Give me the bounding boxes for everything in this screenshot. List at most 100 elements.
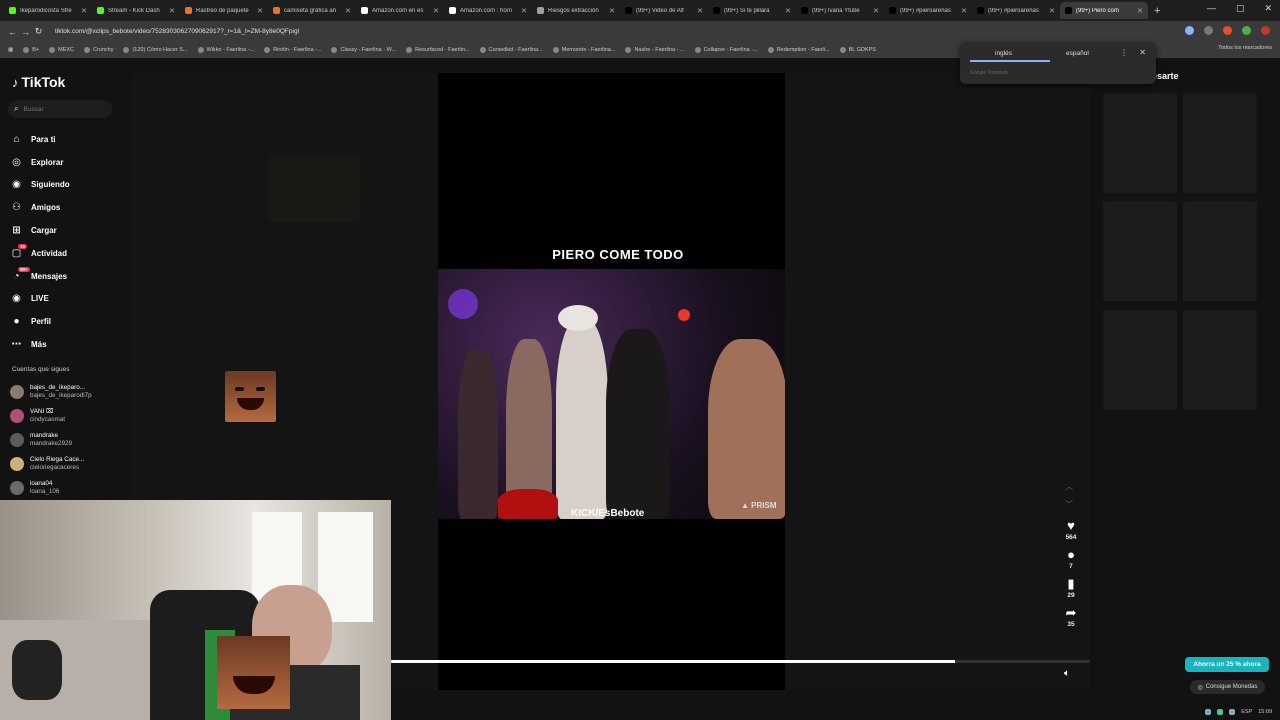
tray-icon[interactable] (1205, 709, 1212, 715)
thumbnail[interactable] (1183, 310, 1257, 410)
sidebar-item-actividad[interactable]: ▢ 16 Actividad (10, 242, 125, 265)
bookmark-item[interactable]: Collapse - Faerlina -... (694, 47, 758, 53)
sidebar-item-siguiendo[interactable]: ◉ Siguiendo (10, 174, 125, 197)
tab-close-icon[interactable]: ✕ (1049, 7, 1055, 15)
tab-close-icon[interactable]: ✕ (345, 7, 351, 15)
star-icon[interactable] (1204, 26, 1213, 35)
bookmark-item[interactable]: BL GDKPS (839, 47, 876, 53)
thumbnail[interactable] (1183, 93, 1257, 193)
following-item[interactable]: VANI ⌧ cindycasmat (10, 404, 125, 428)
tab-close-icon[interactable]: ✕ (81, 7, 87, 15)
thumbnail[interactable] (1103, 201, 1177, 301)
forward-icon[interactable]: → (19, 27, 32, 37)
bookmark-item[interactable]: Classy - Faerlina - W... (331, 47, 396, 53)
following-item[interactable]: Cielo Riega Cace... cieloriegacaceres (10, 452, 125, 476)
action-comment[interactable]: ● 7 (1067, 547, 1075, 570)
tab-close-icon[interactable]: ✕ (697, 7, 703, 15)
thumbnail[interactable] (1103, 93, 1177, 193)
action-heart[interactable]: ♥ 564 (1066, 518, 1077, 541)
bookmark-item[interactable]: Resurfaced - Faerlin... (406, 47, 470, 53)
tray-clock[interactable]: 15:09 (1258, 709, 1272, 715)
bookmark-item[interactable]: (120) Cómo Hacer S... (123, 47, 188, 53)
translate-to-tab[interactable]: español (1066, 50, 1089, 57)
bookmark-item[interactable]: Cursedkid - Faerlina... (479, 47, 543, 53)
bookmark-item[interactable]: Rinrlin - Faerlina -... (264, 47, 321, 53)
all-bookmarks[interactable]: Todos los marcadores (1218, 45, 1272, 51)
tab-close-icon[interactable]: ✕ (961, 7, 967, 15)
chevron-up-icon[interactable]: ︿ (1065, 478, 1073, 496)
tab-close-icon[interactable]: ✕ (521, 7, 527, 15)
maximize-icon[interactable]: ▢ (1236, 3, 1245, 14)
tray-icon[interactable] (1229, 709, 1236, 715)
share-icon[interactable]: ➦ (1066, 605, 1077, 621)
extension-icon[interactable] (1223, 26, 1232, 35)
browser-tab[interactable]: Amazon.com : horn ✕ (444, 2, 532, 19)
browser-tab[interactable]: Ikeparodicosta Stre ✕ (4, 2, 92, 19)
tab-close-icon[interactable]: ✕ (169, 7, 175, 15)
bookmark-item[interactable]: Wikko - Faerlina -... (197, 47, 254, 53)
bookmark-icon[interactable]: ▮ (1067, 576, 1074, 592)
sidebar-item-cargar[interactable]: ⊞ Cargar (10, 219, 125, 242)
browser-tab[interactable]: (99+) Ivana Ytube ✕ (796, 2, 884, 19)
bookmark-item[interactable]: MEXC (49, 47, 74, 53)
promo-button[interactable]: Ahorra un 25 % ahora (1185, 657, 1269, 672)
search-bar[interactable]: ⌕ (8, 100, 112, 118)
translate-icon[interactable] (1185, 26, 1194, 35)
video-progress-bar[interactable] (391, 660, 1091, 663)
browser-tab[interactable]: Rastreo de paquete ✕ (180, 2, 268, 19)
more-vert-icon[interactable]: ⋮ (1120, 48, 1128, 57)
following-item[interactable]: bajes_de_ikeparo... bajes_de_ikeparodi7p (10, 380, 125, 404)
comment-icon[interactable]: ● (1067, 547, 1075, 563)
coins-button[interactable]: ◎ Consigue Monedas (1190, 680, 1265, 694)
translate-from-tab[interactable]: inglés (995, 50, 1012, 57)
tab-close-icon[interactable]: ✕ (257, 7, 263, 15)
tab-close-icon[interactable]: ✕ (785, 7, 791, 15)
browser-tab[interactable]: Riesgos extracción ✕ (532, 2, 620, 19)
new-tab-icon[interactable]: + (1154, 5, 1160, 17)
back-icon[interactable]: ← (6, 27, 19, 37)
sidebar-item-perfil[interactable]: ● Perfil (10, 310, 125, 333)
close-icon[interactable]: ✕ (1139, 48, 1146, 57)
tab-close-icon[interactable]: ✕ (1137, 7, 1143, 15)
sidebar-item-para-ti[interactable]: ⌂ Para ti (10, 128, 125, 151)
bookmark-item[interactable]: Redemption - Faerli... (767, 47, 830, 53)
sidebar-item-explorar[interactable]: ◎ Explorar (10, 151, 125, 174)
thumbnail[interactable] (1183, 201, 1257, 301)
tab-close-icon[interactable]: ✕ (873, 7, 879, 15)
sidebar-item-live[interactable]: ◉ LIVE (10, 288, 125, 311)
browser-tab[interactable]: (99+) #pieroarenas ✕ (884, 2, 972, 19)
action-bookmark[interactable]: ▮ 29 (1067, 576, 1074, 599)
following-item[interactable]: mandrake mandrake2929 (10, 428, 125, 452)
tray-icon[interactable] (1217, 709, 1224, 715)
tiktok-logo[interactable]: ♪ TikTok (12, 74, 65, 90)
following-item[interactable]: loana04 loana_106 (10, 476, 125, 500)
profile-icon[interactable] (1261, 26, 1270, 35)
reload-icon[interactable]: ↻ (32, 26, 45, 37)
browser-tab[interactable]: camiseta gráfica an ✕ (268, 2, 356, 19)
sidebar-item-más[interactable]: ⋯ Más (10, 333, 125, 356)
browser-tab[interactable]: (99+) #pieroarenas ✕ (972, 2, 1060, 19)
sidebar-item-amigos[interactable]: ⚇ Amigos (10, 196, 125, 219)
bookmark-item[interactable]: Nashe - Faerlina - ... (625, 47, 685, 53)
search-input[interactable] (23, 105, 104, 113)
bookmark-item[interactable]: B+ (23, 47, 39, 53)
bookmark-item[interactable]: Memorets - Faerlina... (552, 47, 615, 53)
close-window-icon[interactable]: ✕ (1264, 3, 1272, 14)
browser-tab[interactable]: (99+) Si te pillara ✕ (708, 2, 796, 19)
apps-icon[interactable]: ▦ (8, 47, 13, 53)
sidebar-item-mensajes[interactable]: ◔ 99+ Mensajes (10, 265, 125, 288)
action-share[interactable]: ➦ 35 (1066, 605, 1077, 628)
bookmark-item[interactable]: Crunchy (83, 47, 113, 53)
chevron-down-icon[interactable]: ﹀ (1065, 496, 1073, 514)
volume-icon[interactable]: 🔈︎ (1064, 668, 1070, 679)
tab-close-icon[interactable]: ✕ (609, 7, 615, 15)
video-player[interactable]: PIERO COME TODO KICK/EsBebote ▲ PRISM (438, 73, 785, 690)
tray-lang[interactable]: ESP (1241, 709, 1252, 715)
browser-tab[interactable]: Amazon.com en es ✕ (356, 2, 444, 19)
thumbnail[interactable] (1103, 310, 1177, 410)
browser-tab[interactable]: (99+) Piero com ✕ (1060, 2, 1148, 19)
minimize-icon[interactable]: — (1207, 3, 1216, 14)
heart-icon[interactable]: ♥ (1067, 518, 1075, 534)
browser-tab[interactable]: Stream - Kick Dash ✕ (92, 2, 180, 19)
tab-close-icon[interactable]: ✕ (433, 7, 439, 15)
